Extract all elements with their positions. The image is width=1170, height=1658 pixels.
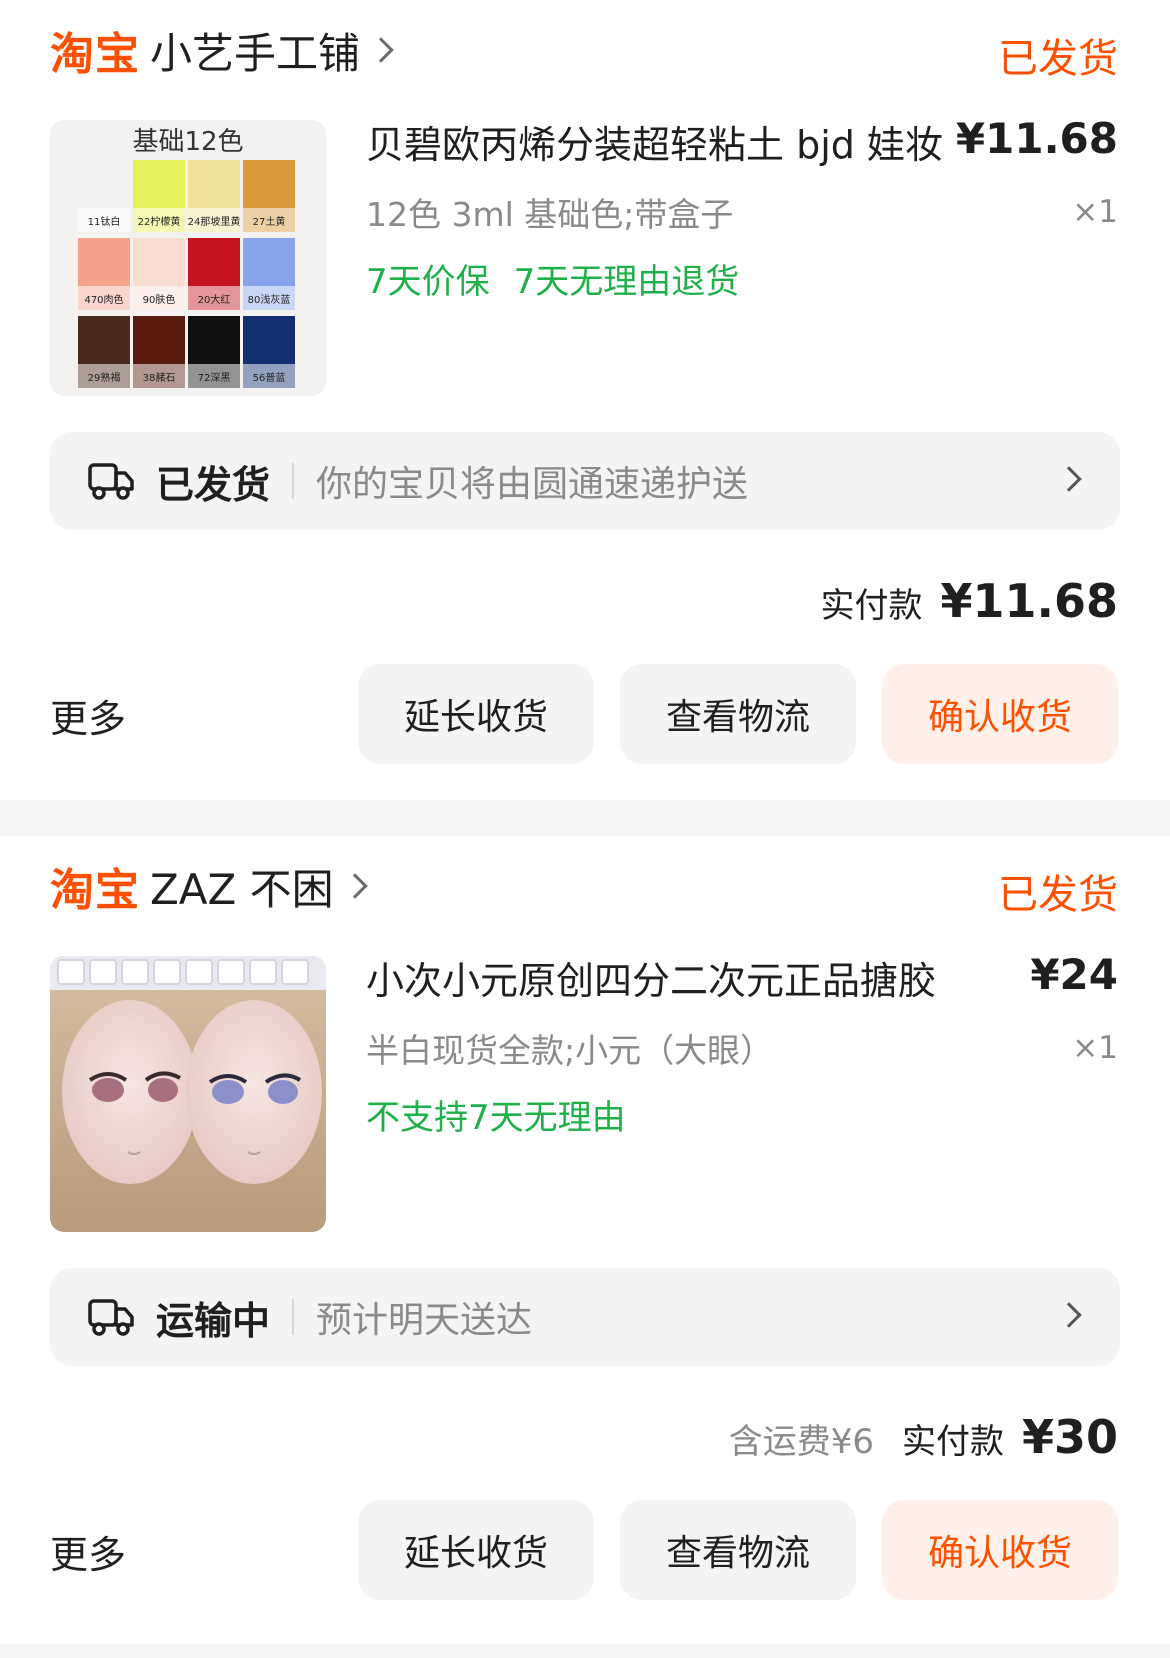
service-tags: 7天价保 7天无理由退货 <box>366 254 739 303</box>
chevron-right-icon <box>1056 1302 1082 1328</box>
swatch-label: 29熟褐 <box>88 371 121 384</box>
payment-amount: ¥30 <box>1021 1410 1118 1464</box>
product-price: ¥11.68 <box>955 114 1118 163</box>
confirm-receipt-button[interactable]: 确认收货 <box>882 1500 1118 1600</box>
swatch-label: 56普蓝 <box>253 371 286 384</box>
swatch-label: 470肉色 <box>84 293 123 306</box>
product-image[interactable]: 基础12色 11钛白 22柠檬黄 24那坡里黄 27土黄 470肉色 90肤色 20大红 80… <box>50 120 326 396</box>
view-logistics-button[interactable]: 查看物流 <box>620 1500 856 1600</box>
swatch-label: 24那坡里黄 <box>188 215 241 228</box>
order-card: 淘宝 小艺手工铺 已发货 基础12色 11钛白 22柠檬黄 24那坡里黄 27土黄 47… <box>0 0 1170 800</box>
payment-label: 实付款 <box>901 1422 1004 1462</box>
more-button[interactable]: 更多 <box>50 688 126 743</box>
confirm-receipt-button[interactable]: 确认收货 <box>882 664 1118 764</box>
extend-receipt-button[interactable]: 延长收货 <box>358 1500 594 1600</box>
extend-receipt-button[interactable]: 延长收货 <box>358 664 594 764</box>
swatch-label: 20大红 <box>198 293 231 306</box>
product-sku: 12色 3ml 基础色;带盒子 <box>366 195 734 234</box>
product-quantity: ×1 <box>1072 1030 1118 1066</box>
product-price: ¥24 <box>1030 950 1118 999</box>
payment-row: 实付款 ¥11.68 <box>820 574 1118 628</box>
shipping-text: 你的宝贝将由圆通速递护送 <box>316 464 749 505</box>
shop-name[interactable]: ZAZ 不困 <box>150 856 334 917</box>
taobao-logo: 淘宝 <box>50 29 140 80</box>
truck-icon <box>88 461 134 501</box>
shop-name[interactable]: 小艺手工铺 <box>150 20 360 81</box>
swatch-label: 11钛白 <box>88 215 121 228</box>
swatch-label: 38赭石 <box>143 371 176 384</box>
service-tag: 7天无理由退货 <box>513 262 740 302</box>
doll-heads-image <box>50 956 326 1232</box>
taobao-logo: 淘宝 <box>50 865 140 916</box>
more-button[interactable]: 更多 <box>50 1524 126 1579</box>
image-caption: 基础12色 <box>132 127 243 157</box>
product-title[interactable]: 贝碧欧丙烯分装超轻粘土 bjd 娃妆 <box>366 114 943 169</box>
service-tags: 不支持7天无理由 <box>366 1090 626 1139</box>
order-card: 淘宝 ZAZ 不困 已发货 小次小元原创四分二次元正品搪胶 ¥24 半白现货全款… <box>0 836 1170 1644</box>
shipping-bar[interactable]: 已发货 你的宝贝将由圆通速递护送 <box>50 432 1120 530</box>
chevron-right-icon <box>1056 466 1082 492</box>
view-logistics-button[interactable]: 查看物流 <box>620 664 856 764</box>
divider <box>292 463 295 499</box>
payment-amount: ¥11.68 <box>940 574 1118 628</box>
shop-link[interactable]: 淘宝 小艺手工铺 <box>50 20 394 81</box>
payment-label: 实付款 <box>820 586 923 626</box>
service-tag: 7天价保 <box>366 262 490 302</box>
swatch-label: 90肤色 <box>143 293 176 306</box>
shipping-text: 预计明天送达 <box>316 1300 533 1341</box>
shipping-status: 运输中 <box>156 1298 271 1343</box>
product-sku: 半白现货全款;小元（大眼） <box>366 1031 774 1070</box>
service-tag: 不支持7天无理由 <box>366 1098 626 1138</box>
swatch-label: 27土黄 <box>253 215 286 228</box>
shipping-bar[interactable]: 运输中 预计明天送达 <box>50 1268 1120 1366</box>
swatch-label: 22柠檬黄 <box>138 215 181 228</box>
divider <box>292 1299 295 1335</box>
swatch-label: 72深黑 <box>198 372 231 384</box>
shipping-status: 已发货 <box>156 462 271 507</box>
payment-row: 含运费¥6 实付款 ¥30 <box>729 1410 1118 1464</box>
chevron-right-icon <box>341 873 368 899</box>
order-status: 已发货 <box>998 36 1118 82</box>
swatch-label: 80浅灰蓝 <box>248 293 291 306</box>
product-title[interactable]: 小次小元原创四分二次元正品搪胶 <box>366 950 936 1005</box>
shop-link[interactable]: 淘宝 ZAZ 不困 <box>50 856 368 917</box>
product-image[interactable] <box>50 956 326 1232</box>
shipping-fee: 含运费¥6 <box>728 1422 874 1462</box>
order-status: 已发货 <box>998 872 1118 918</box>
product-quantity: ×1 <box>1072 194 1118 230</box>
truck-icon <box>88 1297 134 1337</box>
chevron-right-icon <box>368 37 394 63</box>
clay-swatch-image: 基础12色 11钛白 22柠檬黄 24那坡里黄 27土黄 470肉色 90肤色 20大红 80… <box>50 120 326 396</box>
